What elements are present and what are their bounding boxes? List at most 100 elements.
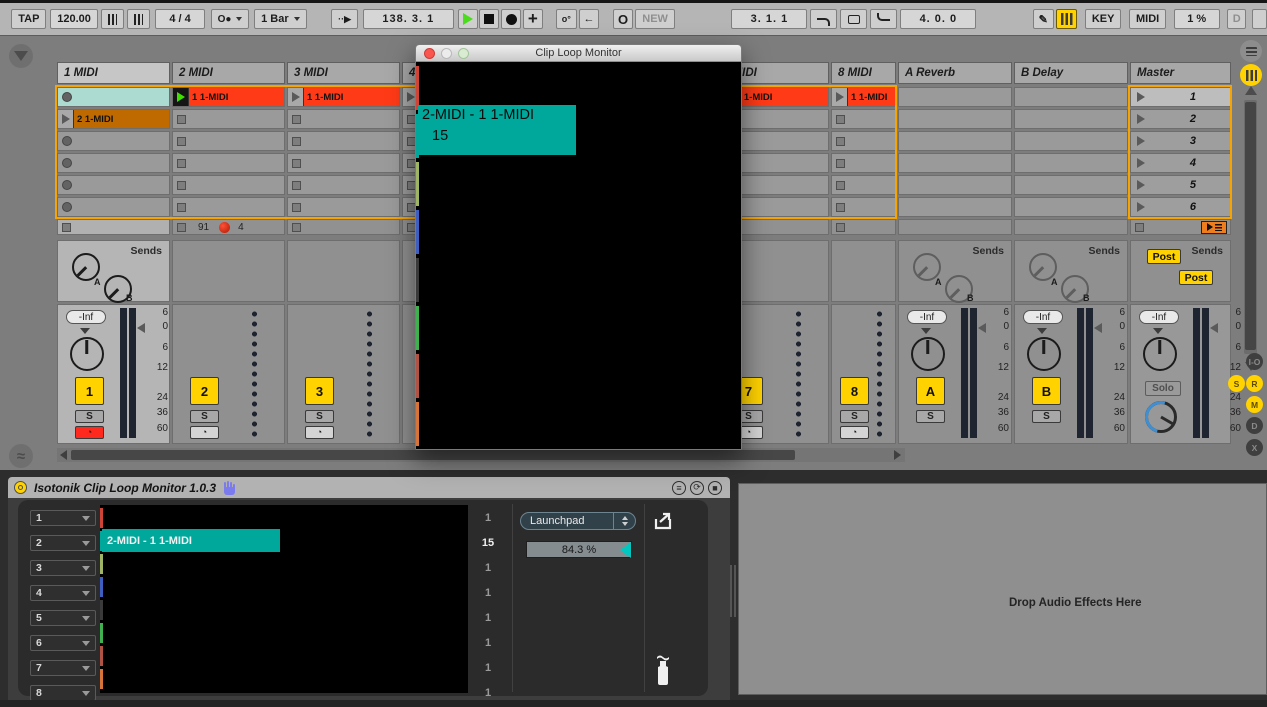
- clip-slot[interactable]: [172, 153, 285, 173]
- track-header[interactable]: Master: [1130, 62, 1231, 84]
- scene-row[interactable]: 3: [1130, 131, 1231, 151]
- device-title-bar[interactable]: Isotonik Clip Loop Monitor 1.0.3 ≡ ⟳ ■: [8, 477, 730, 498]
- solo-button[interactable]: S: [840, 410, 869, 423]
- loop-length-field[interactable]: 4. 0. 0: [900, 9, 976, 29]
- pan-control[interactable]: [80, 328, 90, 334]
- slot-selector-dropdown[interactable]: 8: [30, 685, 96, 701]
- scene-play-icon[interactable]: [1137, 114, 1145, 124]
- arm-button[interactable]: ◔: [190, 426, 219, 439]
- show-mixer-button[interactable]: [1240, 64, 1262, 86]
- show-delay-toggle[interactable]: D: [1246, 417, 1263, 434]
- clip-slot[interactable]: [172, 131, 285, 151]
- volume-knob[interactable]: [911, 337, 945, 371]
- scene-row[interactable]: 5: [1130, 175, 1231, 195]
- show-io-toggle[interactable]: I-O: [1246, 353, 1263, 370]
- show-returns-toggle[interactable]: R: [1246, 375, 1263, 392]
- tempo-field[interactable]: 120.00: [50, 9, 98, 29]
- brightness-slider[interactable]: 84.3 %: [526, 541, 632, 558]
- slot-selector-dropdown[interactable]: 4: [30, 585, 96, 601]
- clip-slot[interactable]: [287, 153, 400, 173]
- session-vertical-scrollbar[interactable]: [1244, 100, 1257, 354]
- show-sends-toggle[interactable]: S: [1228, 375, 1245, 392]
- device-drag-handle[interactable]: [730, 565, 736, 617]
- volume-field[interactable]: -Inf: [1139, 310, 1179, 324]
- solo-button[interactable]: S: [190, 410, 219, 423]
- show-clip-overview-button[interactable]: [1240, 40, 1262, 62]
- draw-mode-button[interactable]: ✎: [1033, 9, 1054, 29]
- clip-slot[interactable]: [287, 131, 400, 151]
- track-header[interactable]: B Delay: [1014, 62, 1128, 84]
- scene-play-icon[interactable]: [1137, 202, 1145, 212]
- pan-control[interactable]: [921, 328, 931, 334]
- slot-selector-dropdown[interactable]: 6: [30, 635, 96, 651]
- track-header[interactable]: 3 MIDI: [287, 62, 400, 84]
- time-signature-field[interactable]: 4 / 4: [155, 9, 205, 29]
- clip-stop-row[interactable]: 91 4: [172, 219, 285, 235]
- clip-stop-row[interactable]: [831, 219, 896, 235]
- clip-play-icon[interactable]: [407, 92, 415, 102]
- clip-stop-row[interactable]: [57, 219, 170, 235]
- scrollbar-thumb[interactable]: [1245, 102, 1256, 350]
- clip-slot[interactable]: [57, 131, 170, 151]
- solo-button[interactable]: S: [75, 410, 104, 423]
- clip-slot[interactable]: 1 1-MIDI: [287, 87, 400, 107]
- key-map-button[interactable]: KEY: [1085, 9, 1122, 29]
- slot-selector-dropdown[interactable]: 7: [30, 660, 96, 676]
- show-mixer-toggle[interactable]: M: [1246, 396, 1263, 413]
- clip-slot[interactable]: [831, 197, 896, 217]
- record-button[interactable]: [501, 9, 521, 29]
- loop-start-field[interactable]: 3. 1. 1: [731, 9, 807, 29]
- clip-slot[interactable]: [287, 175, 400, 195]
- midi-map-button[interactable]: MIDI: [1129, 9, 1166, 29]
- volume-knob[interactable]: [1143, 337, 1177, 371]
- punch-out-button[interactable]: [870, 9, 897, 29]
- device-edit-button[interactable]: ⟳: [690, 481, 704, 495]
- solo-button[interactable]: S: [916, 410, 945, 423]
- show-crossfader-toggle[interactable]: X: [1246, 439, 1263, 456]
- stop-all-clips-button[interactable]: [1201, 221, 1227, 234]
- device-unfold-button[interactable]: ≡: [672, 481, 686, 495]
- stop-button[interactable]: [479, 9, 499, 29]
- scene-play-icon[interactable]: [1137, 158, 1145, 168]
- clip-slot[interactable]: [57, 87, 170, 107]
- scene-play-icon[interactable]: [1137, 136, 1145, 146]
- pre-post-b-button[interactable]: Post: [1179, 270, 1213, 285]
- clip-play-icon[interactable]: [836, 92, 844, 102]
- scroll-right-icon[interactable]: [894, 450, 901, 460]
- pan-control[interactable]: [1153, 328, 1163, 334]
- track-activator-button[interactable]: 8: [840, 377, 869, 405]
- clip-slot[interactable]: [287, 197, 400, 217]
- groove-pool-button[interactable]: ≈: [9, 444, 33, 468]
- clip-play-icon[interactable]: [177, 92, 185, 102]
- clip-slot[interactable]: [831, 153, 896, 173]
- stop-clip-icon[interactable]: [292, 223, 301, 232]
- clip-slot[interactable]: [57, 153, 170, 173]
- clip-slot[interactable]: [831, 109, 896, 129]
- clip-slot[interactable]: [831, 175, 896, 195]
- clip-slot[interactable]: 1 1-MIDI: [831, 87, 896, 107]
- track-activator-button[interactable]: 2: [190, 377, 219, 405]
- arm-button[interactable]: ◔: [305, 426, 334, 439]
- track-header[interactable]: 1 MIDI: [57, 62, 170, 84]
- cue-volume-knob[interactable]: [1145, 401, 1177, 433]
- solo-button[interactable]: S: [1032, 410, 1061, 423]
- track-header[interactable]: 8 MIDI: [831, 62, 896, 84]
- device-activator-button[interactable]: [14, 481, 27, 494]
- clip-stop-row[interactable]: [287, 219, 400, 235]
- scene-row[interactable]: 4: [1130, 153, 1231, 173]
- slot-selector-dropdown[interactable]: 1: [30, 510, 96, 526]
- scroll-left-icon[interactable]: [60, 450, 67, 460]
- track-header[interactable]: A Reverb: [898, 62, 1012, 84]
- computer-midi-keyboard-button[interactable]: [1056, 9, 1077, 29]
- slot-selector-dropdown[interactable]: 3: [30, 560, 96, 576]
- arm-button[interactable]: ◔: [75, 426, 104, 439]
- updown-arrows-icon[interactable]: [613, 513, 635, 529]
- capture-scene-button[interactable]: NEW: [635, 9, 675, 29]
- session-horizontal-scrollbar[interactable]: [57, 448, 905, 462]
- clip-slot[interactable]: [172, 175, 285, 195]
- arm-button[interactable]: ◔: [840, 426, 869, 439]
- window-title-bar[interactable]: Clip Loop Monitor: [416, 45, 741, 62]
- clip-slot[interactable]: 2 1-MIDI: [57, 109, 170, 129]
- master-solo-button[interactable]: Solo: [1145, 381, 1181, 396]
- clip-slot[interactable]: [831, 131, 896, 151]
